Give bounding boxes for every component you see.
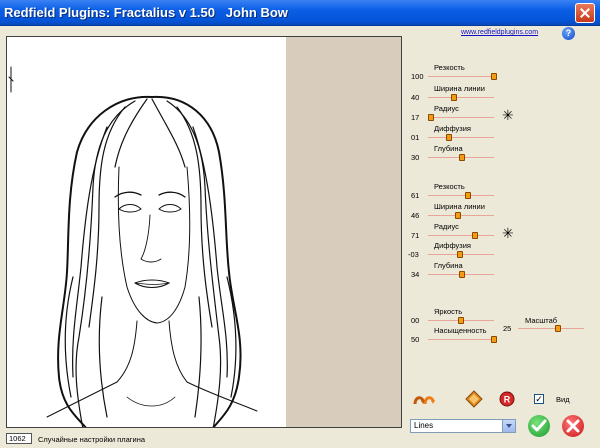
value-brightness: 00 — [411, 316, 420, 325]
cancel-icon — [566, 419, 580, 433]
slider-thumb[interactable] — [554, 325, 561, 332]
slider-depth-2[interactable] — [428, 271, 494, 278]
title-bar: Redfield Plugins: Fractalius v 1.50 John… — [0, 0, 600, 26]
random-icon[interactable] — [413, 390, 435, 408]
slider-saturation[interactable] — [428, 336, 497, 343]
preview-panel[interactable] — [6, 36, 402, 428]
slider-thumb[interactable] — [428, 114, 435, 121]
slider-thumb[interactable] — [451, 94, 458, 101]
slider-radius-1[interactable] — [428, 114, 494, 121]
slider-diffusion-1[interactable] — [428, 134, 494, 141]
slider-thumb[interactable] — [455, 212, 462, 219]
svg-text:R: R — [504, 395, 511, 405]
label-saturation: Насыщенность — [434, 326, 487, 335]
label-brightness: Яркость — [434, 307, 463, 316]
label-line-width-2: Ширина линии — [434, 202, 485, 211]
value-scale: 25 — [503, 324, 512, 333]
slider-sharpness-1[interactable] — [428, 73, 497, 80]
label-diffusion-2: Диффузия — [434, 241, 471, 250]
slider-line-width-2[interactable] — [428, 212, 494, 219]
value-diffusion-2: -03 — [408, 250, 419, 259]
ok-icon — [531, 419, 547, 432]
slider-thumb[interactable] — [457, 251, 464, 258]
label-diffusion-1: Диффузия — [434, 124, 471, 133]
slider-depth-1[interactable] — [428, 154, 494, 161]
label-sharpness-2: Резкость — [434, 182, 465, 191]
slider-thumb[interactable] — [459, 154, 466, 161]
label-scale: Масштаб — [525, 316, 558, 325]
slider-radius-2[interactable] — [428, 232, 494, 239]
slider-thumb[interactable] — [458, 317, 464, 324]
view-checkbox-label: Вид — [556, 395, 570, 404]
value-depth-1: 30 — [411, 153, 420, 162]
chevron-down-icon[interactable] — [502, 420, 515, 432]
value-sharpness-1: 100 — [411, 72, 424, 81]
value-line-width-1: 40 — [411, 93, 420, 102]
status-text: Случайные настройки плагина — [38, 435, 146, 444]
label-radius-1: Радиус — [434, 104, 459, 113]
help-icon[interactable]: ? — [562, 27, 575, 40]
slider-thumb[interactable] — [459, 271, 466, 278]
label-depth-2: Глубина — [434, 261, 463, 270]
value-diffusion-1: 01 — [411, 133, 420, 142]
value-line-width-2: 46 — [411, 211, 420, 220]
mode-select-value: Lines — [414, 421, 434, 430]
mode-select[interactable]: Lines — [410, 419, 516, 433]
slider-diffusion-2[interactable] — [428, 251, 494, 258]
star-icon[interactable]: ✳ — [502, 108, 514, 122]
counter-field: 1062 — [6, 433, 32, 444]
diamond-icon[interactable] — [465, 390, 485, 408]
label-sharpness-1: Резкость — [434, 63, 465, 72]
website-link[interactable]: www.redfieldplugins.com — [461, 29, 538, 36]
close-window-button[interactable] — [575, 3, 595, 23]
slider-thumb[interactable] — [471, 232, 478, 239]
preview-canvas — [7, 37, 286, 427]
label-depth-1: Глубина — [434, 144, 463, 153]
ok-button[interactable] — [528, 415, 550, 437]
slider-scale[interactable] — [518, 325, 584, 332]
view-checkbox[interactable]: ✓ — [534, 394, 544, 404]
value-radius-2: 71 — [411, 231, 420, 240]
slider-sharpness-2[interactable] — [428, 192, 494, 199]
value-radius-1: 17 — [411, 113, 420, 122]
value-depth-2: 34 — [411, 270, 420, 279]
label-line-width-1: Ширина линии — [434, 84, 485, 93]
slider-brightness[interactable] — [428, 317, 494, 324]
value-sharpness-2: 61 — [411, 191, 420, 200]
slider-line-width-1[interactable] — [428, 94, 494, 101]
star-icon[interactable]: ✳ — [502, 226, 514, 240]
window-title: Redfield Plugins: Fractalius v 1.50 John… — [4, 5, 288, 20]
slider-thumb[interactable] — [491, 73, 497, 80]
slider-thumb[interactable] — [491, 336, 497, 343]
cancel-button[interactable] — [562, 415, 584, 437]
slider-thumb[interactable] — [446, 134, 453, 141]
value-saturation: 50 — [411, 335, 420, 344]
portrait-sketch-image — [8, 66, 258, 427]
label-radius-2: Радиус — [434, 222, 459, 231]
reset-icon[interactable]: R — [498, 390, 518, 408]
slider-thumb[interactable] — [465, 192, 472, 199]
